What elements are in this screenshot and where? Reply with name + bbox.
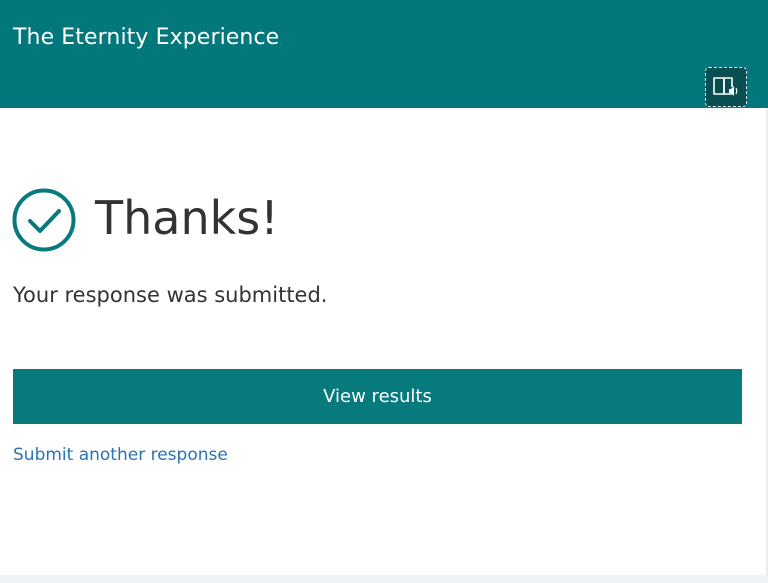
page-footer (0, 575, 768, 583)
checkmark-circle-icon (12, 188, 76, 252)
form-title: The Eternity Experience (13, 25, 280, 50)
thanks-heading: Thanks! (95, 191, 279, 245)
submit-another-response-link[interactable]: Submit another response (13, 445, 228, 465)
form-header: The Eternity Experience (0, 0, 768, 108)
immersive-reader-icon (713, 77, 738, 96)
submission-message: Your response was submitted. (13, 283, 328, 307)
view-results-button[interactable]: View results (13, 369, 742, 424)
immersive-reader-button[interactable] (705, 67, 747, 107)
